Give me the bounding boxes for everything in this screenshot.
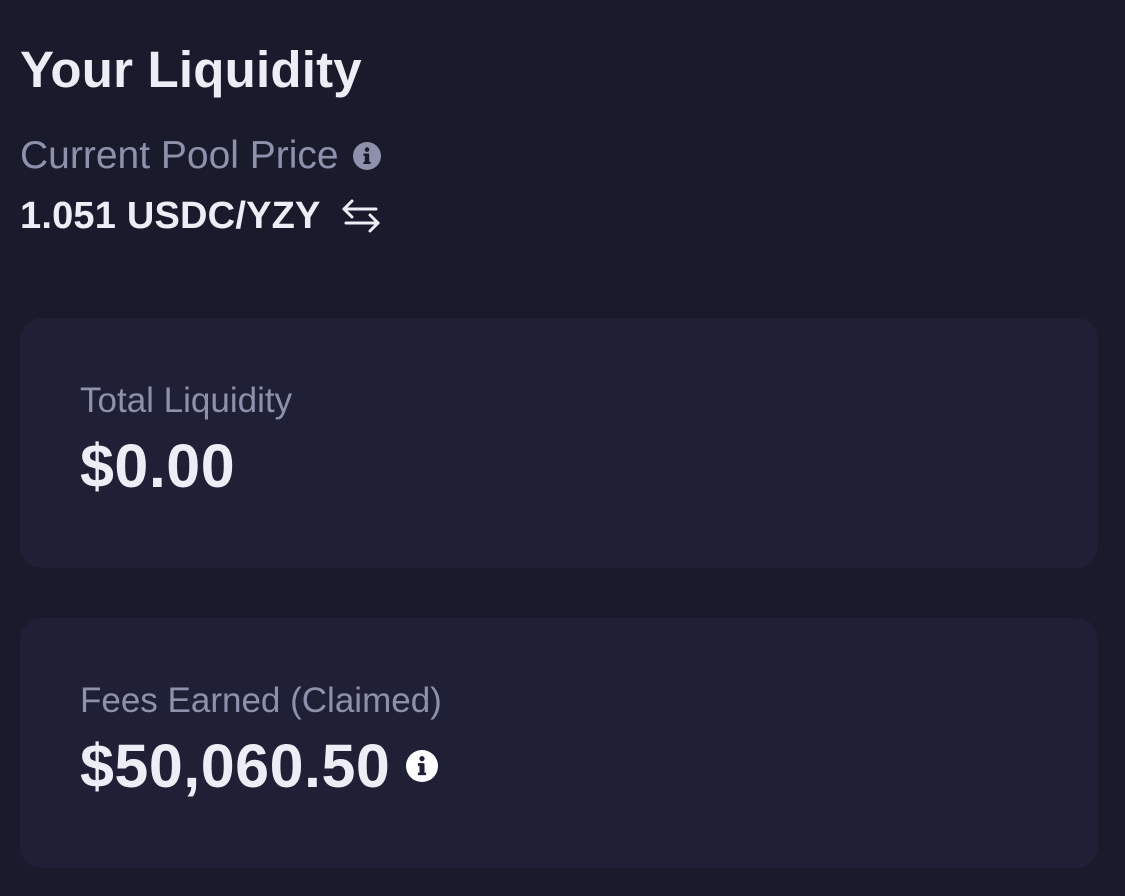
- pool-price-value: 1.051 USDC/YZY: [20, 195, 321, 237]
- total-liquidity-value: $0.00: [80, 432, 236, 500]
- fees-earned-value-row: $50,060.50: [80, 730, 439, 802]
- pool-price-info-icon[interactable]: [352, 142, 381, 170]
- pool-price-label-row: Current Pool Price: [20, 130, 381, 182]
- swap-arrows-icon[interactable]: [341, 196, 381, 236]
- fees-earned-value: $50,060.50: [80, 732, 391, 800]
- total-liquidity-card: Total Liquidity $0.00: [20, 318, 1098, 568]
- fees-earned-label: Fees Earned (Claimed): [80, 681, 442, 720]
- page-title: Your Liquidity: [20, 41, 362, 98]
- fees-earned-info-icon[interactable]: [406, 750, 439, 782]
- pool-price-value-row: 1.051 USDC/YZY: [20, 190, 381, 242]
- total-liquidity-value-row: $0.00: [80, 430, 235, 502]
- fees-earned-card: Fees Earned (Claimed) $50,060.50: [20, 618, 1098, 868]
- pool-price-label: Current Pool Price: [20, 134, 339, 177]
- total-liquidity-label: Total Liquidity: [80, 381, 293, 420]
